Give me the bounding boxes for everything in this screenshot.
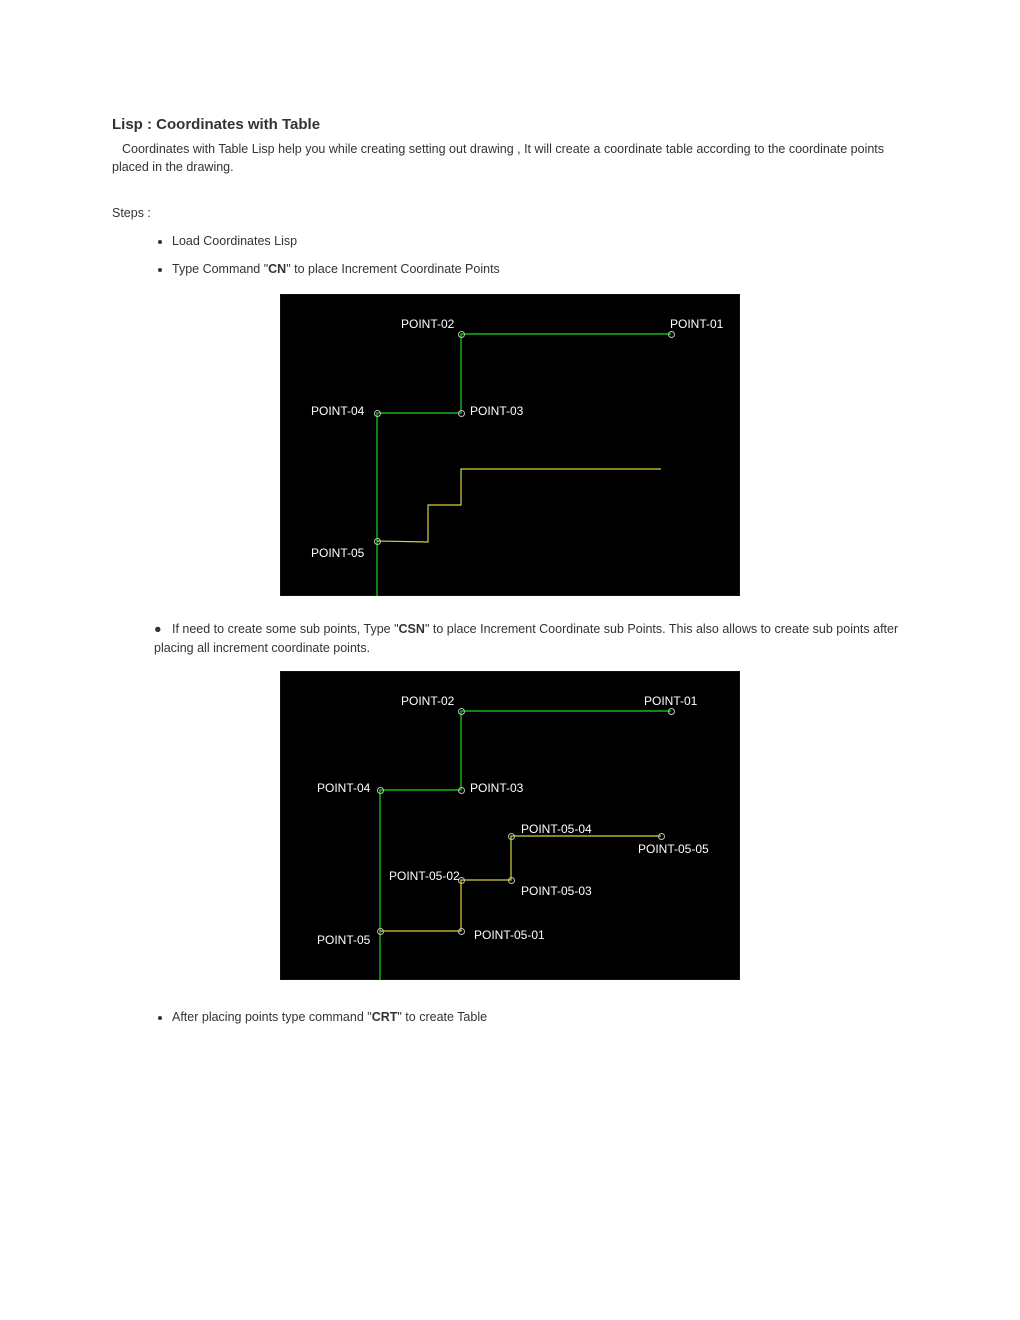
fig2-label-p53: POINT-05-03 (521, 883, 592, 900)
steps-list: Load Coordinates Lisp Type Command "CN" … (112, 232, 908, 278)
fig2-label-p55: POINT-05-05 (638, 841, 709, 858)
figure-2-wrap: POINT-01 POINT-02 POINT-03 POINT-04 POIN… (112, 671, 908, 980)
page-title: Lisp : Coordinates with Table (112, 114, 908, 136)
step-item-1: Load Coordinates Lisp (172, 232, 908, 250)
fig2-label-p51: POINT-05-01 (474, 927, 545, 944)
step4-text-a: After placing points type command " (172, 1010, 372, 1024)
figure-2: POINT-01 POINT-02 POINT-03 POINT-04 POIN… (280, 671, 740, 980)
fig1-label-p2: POINT-02 (401, 316, 454, 333)
fig1-label-p1: POINT-01 (670, 316, 723, 333)
fig2-label-p3: POINT-03 (470, 780, 523, 797)
fig2-label-p2: POINT-02 (401, 693, 454, 710)
step2-text-b: " to place Increment Coordinate Points (286, 262, 500, 276)
point-ring (508, 877, 515, 884)
step-item-4: After placing points type command "CRT" … (172, 1008, 908, 1026)
point-ring (658, 833, 665, 840)
fig1-label-p5: POINT-05 (311, 545, 364, 562)
intro-text: Coordinates with Table Lisp help you whi… (112, 142, 884, 174)
step-item-2: Type Command "CN" to place Increment Coo… (172, 260, 908, 278)
step-item-3: ● If need to create some sub points, Typ… (154, 620, 908, 656)
point-ring (377, 787, 384, 794)
fig1-label-p3: POINT-03 (470, 403, 523, 420)
fig2-label-p5: POINT-05 (317, 932, 370, 949)
fig2-label-p54: POINT-05-04 (521, 821, 592, 838)
document-page: Lisp : Coordinates with Table Coordinate… (0, 0, 1020, 1320)
point-ring (508, 833, 515, 840)
point-ring (458, 928, 465, 935)
step4-cmd: CRT (372, 1010, 398, 1024)
fig1-label-p4: POINT-04 (311, 403, 364, 420)
point-ring (458, 708, 465, 715)
point-ring (377, 928, 384, 935)
steps-label: Steps : (112, 204, 908, 222)
point-ring (458, 787, 465, 794)
fig2-label-p52: POINT-05-02 (389, 868, 460, 885)
step2-cmd: CN (268, 262, 286, 276)
fig2-label-p4: POINT-04 (317, 780, 370, 797)
fig2-label-p1: POINT-01 (644, 693, 697, 710)
step3-cmd: CSN (399, 622, 425, 636)
figure-1-wrap: POINT-01 POINT-02 POINT-03 POINT-04 POIN… (112, 294, 908, 596)
figure-1: POINT-01 POINT-02 POINT-03 POINT-04 POIN… (280, 294, 740, 596)
intro-paragraph: Coordinates with Table Lisp help you whi… (112, 140, 908, 176)
steps-list-2: After placing points type command "CRT" … (112, 1008, 908, 1026)
step3-text-a: If need to create some sub points, Type … (172, 622, 399, 636)
step2-text-a: Type Command " (172, 262, 268, 276)
step4-text-b: " to create Table (397, 1010, 487, 1024)
